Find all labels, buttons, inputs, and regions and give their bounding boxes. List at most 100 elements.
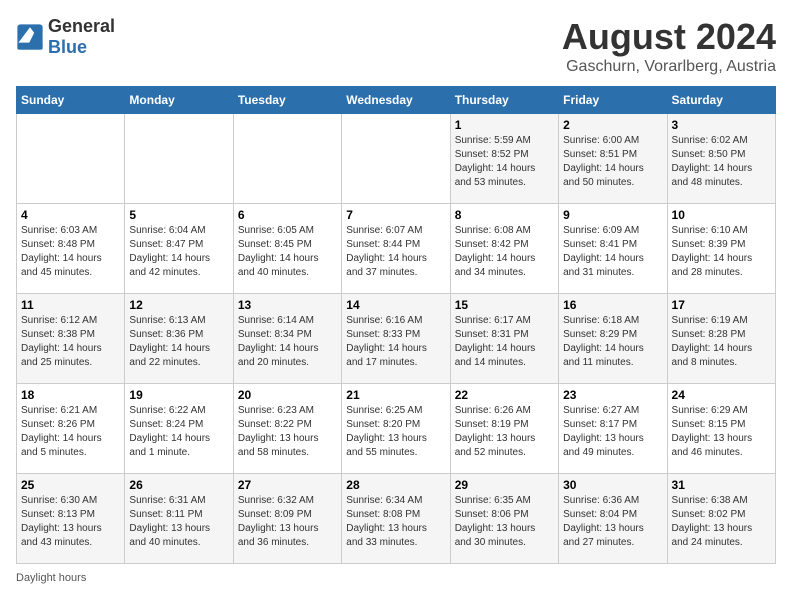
- day-number: 25: [21, 478, 120, 492]
- calendar-cell: 26Sunrise: 6:31 AMSunset: 8:11 PMDayligh…: [125, 474, 233, 564]
- day-info: Sunrise: 6:38 AMSunset: 8:02 PMDaylight:…: [672, 494, 771, 550]
- day-number: 12: [129, 298, 228, 312]
- calendar-cell: 1 Sunrise: 5:59 AMSunset: 8:52 PMDaylight…: [450, 114, 558, 204]
- calendar-cell: 29Sunrise: 6:35 AMSunset: 8:06 PMDayligh…: [450, 474, 558, 564]
- calendar-cell: 10 Sunrise: 6:10 AMSunset: 8:39 PMDayligh…: [667, 204, 775, 294]
- calendar-cell: 30Sunrise: 6:36 AMSunset: 8:04 PMDayligh…: [559, 474, 667, 564]
- day-header-tuesday: Tuesday: [233, 87, 341, 114]
- day-info: Sunrise: 6:04 AMSunset: 8:47 PMDaylight:…: [129, 224, 228, 280]
- calendar-cell: [125, 114, 233, 204]
- day-info: Sunrise: 6:07 AMSunset: 8:44 PMDaylight:…: [346, 224, 445, 280]
- logo-general: General: [48, 16, 115, 36]
- day-header-sunday: Sunday: [17, 87, 125, 114]
- calendar-cell: 24 Sunrise: 6:29 AMSunset: 8:15 PMDayligh…: [667, 384, 775, 474]
- header: General Blue August 2024 Gaschurn, Vorar…: [16, 16, 776, 76]
- week-row-1: 1 Sunrise: 5:59 AMSunset: 8:52 PMDaylight…: [17, 114, 776, 204]
- calendar-cell: 6Sunrise: 6:05 AMSunset: 8:45 PMDaylight…: [233, 204, 341, 294]
- calendar-cell: [17, 114, 125, 204]
- day-info: Sunrise: 6:13 AMSunset: 8:36 PMDaylight:…: [129, 314, 228, 370]
- calendar-cell: 23 Sunrise: 6:27 AMSunset: 8:17 PMDayligh…: [559, 384, 667, 474]
- day-number: 19: [129, 388, 228, 402]
- week-row-2: 4Sunrise: 6:03 AMSunset: 8:48 PMDaylight…: [17, 204, 776, 294]
- calendar-cell: 12 Sunrise: 6:13 AMSunset: 8:36 PMDayligh…: [125, 294, 233, 384]
- logo-blue: Blue: [48, 37, 87, 57]
- day-info: Sunrise: 6:25 AMSunset: 8:20 PMDaylight:…: [346, 404, 445, 460]
- calendar-cell: 16 Sunrise: 6:18 AMSunset: 8:29 PMDayligh…: [559, 294, 667, 384]
- calendar-cell: 21 Sunrise: 6:25 AMSunset: 8:20 PMDayligh…: [342, 384, 450, 474]
- day-info: Sunrise: 6:16 AMSunset: 8:33 PMDaylight:…: [346, 314, 445, 370]
- day-info: Sunrise: 6:00 AMSunset: 8:51 PMDaylight:…: [563, 134, 662, 190]
- day-number: 16: [563, 298, 662, 312]
- calendar-cell: 25 Sunrise: 6:30 AMSunset: 8:13 PMDayligh…: [17, 474, 125, 564]
- calendar-cell: 20Sunrise: 6:23 AMSunset: 8:22 PMDayligh…: [233, 384, 341, 474]
- calendar-cell: 11 Sunrise: 6:12 AMSunset: 8:38 PMDayligh…: [17, 294, 125, 384]
- day-number: 10: [672, 208, 771, 222]
- day-info: Sunrise: 6:12 AMSunset: 8:38 PMDaylight:…: [21, 314, 120, 370]
- day-info: Sunrise: 6:36 AMSunset: 8:04 PMDaylight:…: [563, 494, 662, 550]
- day-info: Sunrise: 6:26 AMSunset: 8:19 PMDaylight:…: [455, 404, 554, 460]
- calendar-cell: [233, 114, 341, 204]
- day-number: 15: [455, 298, 554, 312]
- calendar-cell: [342, 114, 450, 204]
- calendar-cell: 7 Sunrise: 6:07 AMSunset: 8:44 PMDaylight…: [342, 204, 450, 294]
- day-number: 5: [129, 208, 228, 222]
- footer: Daylight hours: [16, 572, 776, 584]
- day-info: Sunrise: 6:27 AMSunset: 8:17 PMDaylight:…: [563, 404, 662, 460]
- day-header-friday: Friday: [559, 87, 667, 114]
- day-number: 8: [455, 208, 554, 222]
- subtitle: Gaschurn, Vorarlberg, Austria: [562, 58, 776, 76]
- day-number: 26: [129, 478, 228, 492]
- day-info: Sunrise: 6:09 AMSunset: 8:41 PMDaylight:…: [563, 224, 662, 280]
- day-number: 28: [346, 478, 445, 492]
- calendar-cell: 5 Sunrise: 6:04 AMSunset: 8:47 PMDaylight…: [125, 204, 233, 294]
- day-info: Sunrise: 6:29 AMSunset: 8:15 PMDaylight:…: [672, 404, 771, 460]
- day-header-thursday: Thursday: [450, 87, 558, 114]
- day-number: 31: [672, 478, 771, 492]
- week-row-4: 18Sunrise: 6:21 AMSunset: 8:26 PMDayligh…: [17, 384, 776, 474]
- day-info: Sunrise: 6:34 AMSunset: 8:08 PMDaylight:…: [346, 494, 445, 550]
- calendar-cell: 19 Sunrise: 6:22 AMSunset: 8:24 PMDayligh…: [125, 384, 233, 474]
- logo-icon: [16, 23, 44, 51]
- calendar-cell: 8 Sunrise: 6:08 AMSunset: 8:42 PMDaylight…: [450, 204, 558, 294]
- footer-text: Daylight hours: [16, 572, 86, 584]
- day-header-wednesday: Wednesday: [342, 87, 450, 114]
- day-info: Sunrise: 6:17 AMSunset: 8:31 PMDaylight:…: [455, 314, 554, 370]
- calendar-cell: 3 Sunrise: 6:02 AMSunset: 8:50 PMDaylight…: [667, 114, 775, 204]
- day-header-saturday: Saturday: [667, 87, 775, 114]
- calendar-cell: 31 Sunrise: 6:38 AMSunset: 8:02 PMDayligh…: [667, 474, 775, 564]
- calendar-cell: 27Sunrise: 6:32 AMSunset: 8:09 PMDayligh…: [233, 474, 341, 564]
- day-header-monday: Monday: [125, 87, 233, 114]
- day-info: Sunrise: 5:59 AMSunset: 8:52 PMDaylight:…: [455, 134, 554, 190]
- logo: General Blue: [16, 16, 115, 58]
- calendar-cell: 13 Sunrise: 6:14 AMSunset: 8:34 PMDayligh…: [233, 294, 341, 384]
- day-info: Sunrise: 6:08 AMSunset: 8:42 PMDaylight:…: [455, 224, 554, 280]
- day-number: 14: [346, 298, 445, 312]
- day-number: 1: [455, 118, 554, 132]
- calendar-cell: 18Sunrise: 6:21 AMSunset: 8:26 PMDayligh…: [17, 384, 125, 474]
- day-info: Sunrise: 6:30 AMSunset: 8:13 PMDaylight:…: [21, 494, 120, 550]
- day-number: 21: [346, 388, 445, 402]
- week-row-5: 25 Sunrise: 6:30 AMSunset: 8:13 PMDayligh…: [17, 474, 776, 564]
- day-number: 20: [238, 388, 337, 402]
- day-number: 11: [21, 298, 120, 312]
- day-number: 22: [455, 388, 554, 402]
- day-number: 17: [672, 298, 771, 312]
- calendar-cell: 14 Sunrise: 6:16 AMSunset: 8:33 PMDayligh…: [342, 294, 450, 384]
- calendar-table: SundayMondayTuesdayWednesdayThursdayFrid…: [16, 86, 776, 564]
- header-row: SundayMondayTuesdayWednesdayThursdayFrid…: [17, 87, 776, 114]
- day-info: Sunrise: 6:14 AMSunset: 8:34 PMDaylight:…: [238, 314, 337, 370]
- day-info: Sunrise: 6:22 AMSunset: 8:24 PMDaylight:…: [129, 404, 228, 460]
- day-number: 3: [672, 118, 771, 132]
- day-info: Sunrise: 6:05 AMSunset: 8:45 PMDaylight:…: [238, 224, 337, 280]
- day-info: Sunrise: 6:10 AMSunset: 8:39 PMDaylight:…: [672, 224, 771, 280]
- day-number: 23: [563, 388, 662, 402]
- day-number: 18: [21, 388, 120, 402]
- day-number: 7: [346, 208, 445, 222]
- day-number: 13: [238, 298, 337, 312]
- day-number: 24: [672, 388, 771, 402]
- day-info: Sunrise: 6:18 AMSunset: 8:29 PMDaylight:…: [563, 314, 662, 370]
- day-info: Sunrise: 6:02 AMSunset: 8:50 PMDaylight:…: [672, 134, 771, 190]
- day-number: 4: [21, 208, 120, 222]
- calendar-cell: 2Sunrise: 6:00 AMSunset: 8:51 PMDaylight…: [559, 114, 667, 204]
- calendar-cell: 22 Sunrise: 6:26 AMSunset: 8:19 PMDayligh…: [450, 384, 558, 474]
